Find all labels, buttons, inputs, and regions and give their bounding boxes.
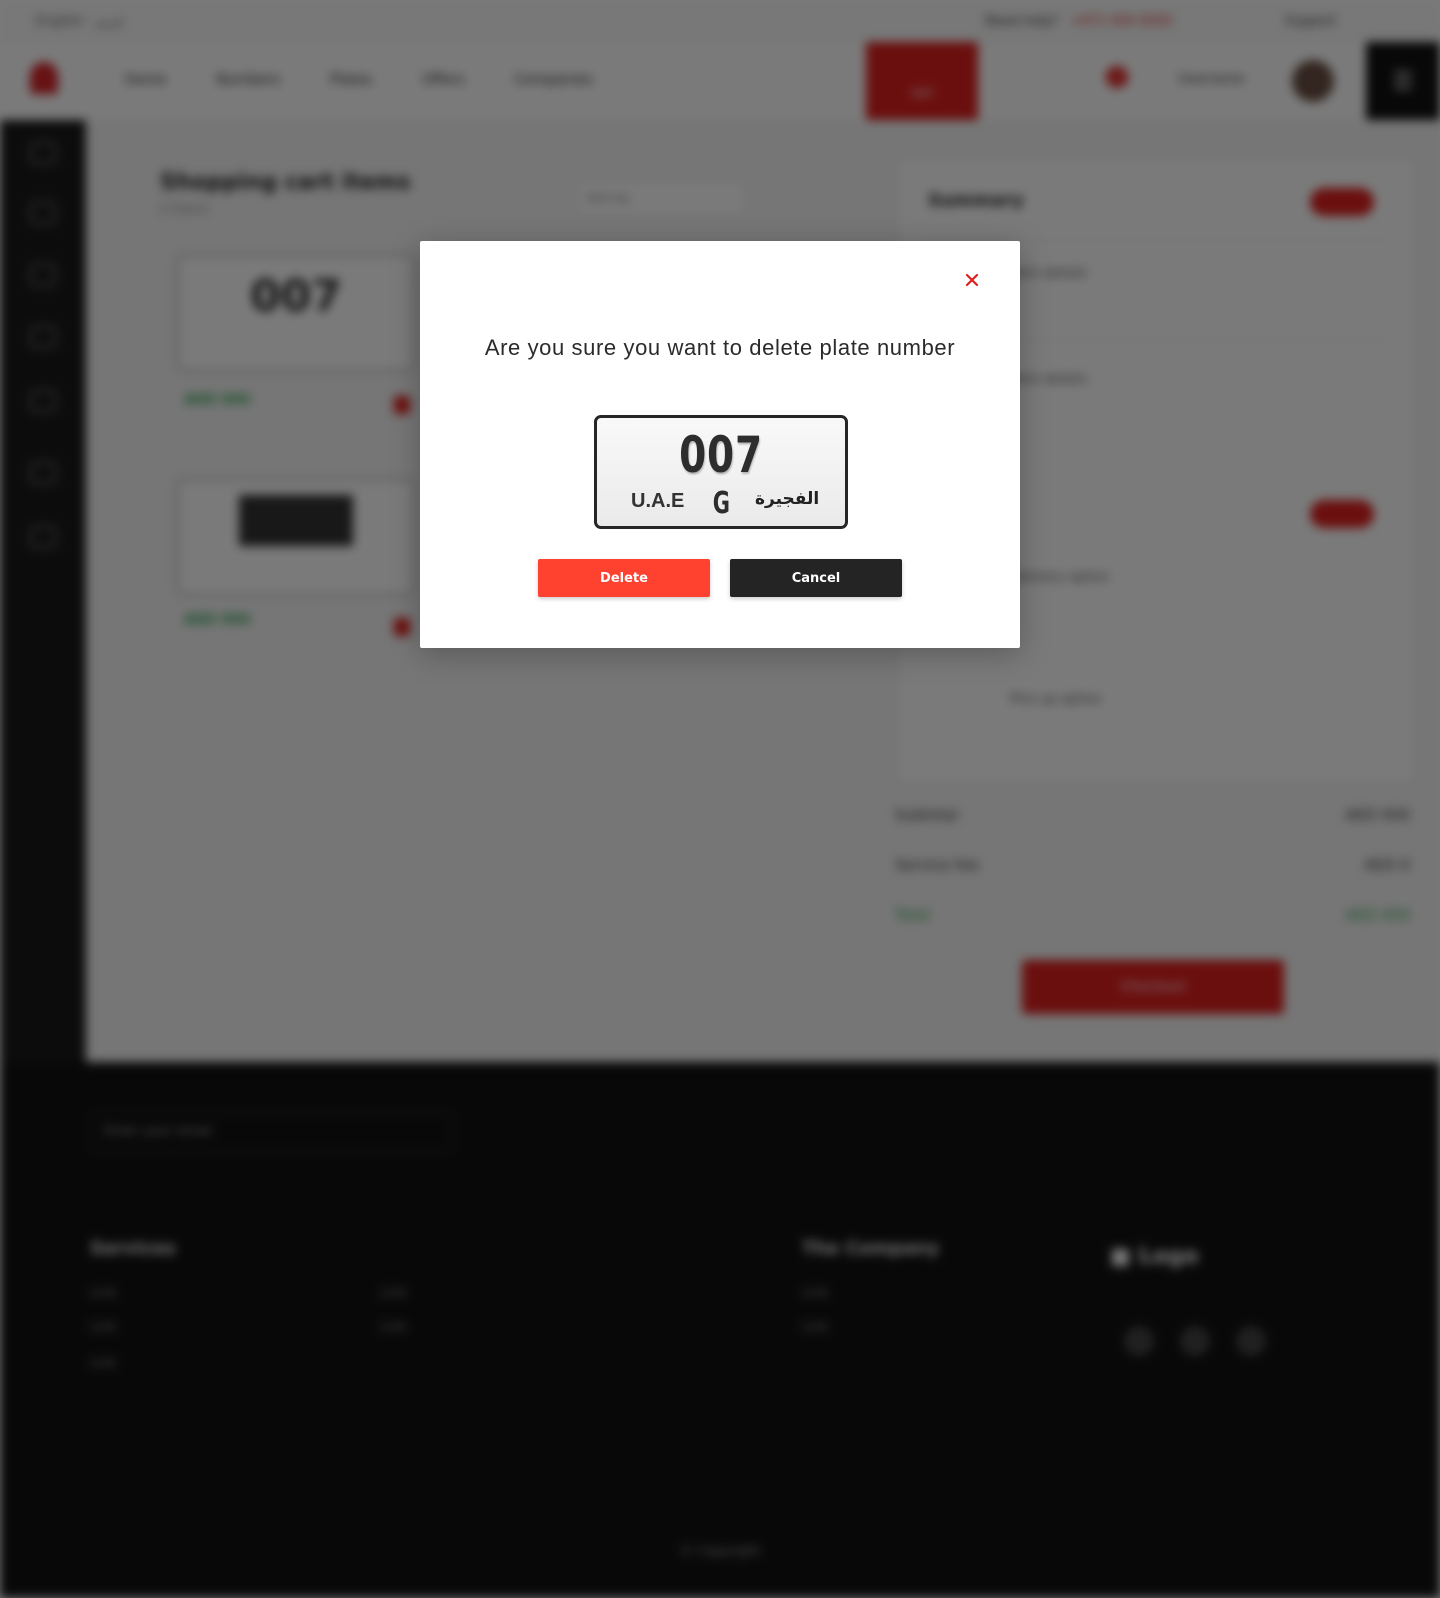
dialog-title: Are you sure you want to delete plate nu… (484, 335, 956, 360)
delete-button[interactable]: Delete (538, 559, 710, 597)
plate-country: U.A.E (631, 490, 685, 512)
plate-emirate: الفجيرة (755, 489, 820, 509)
plate-letter: G (712, 486, 730, 521)
modal-backdrop[interactable] (0, 0, 1440, 1598)
close-icon (965, 273, 979, 286)
license-plate: 007 U.A.E G الفجيرة (594, 415, 848, 529)
cancel-button[interactable]: Cancel (730, 559, 902, 597)
delete-confirmation-dialog: Are you sure you want to delete plate nu… (420, 241, 1020, 648)
plate-number: 007 (679, 426, 763, 484)
close-button[interactable] (957, 266, 987, 296)
